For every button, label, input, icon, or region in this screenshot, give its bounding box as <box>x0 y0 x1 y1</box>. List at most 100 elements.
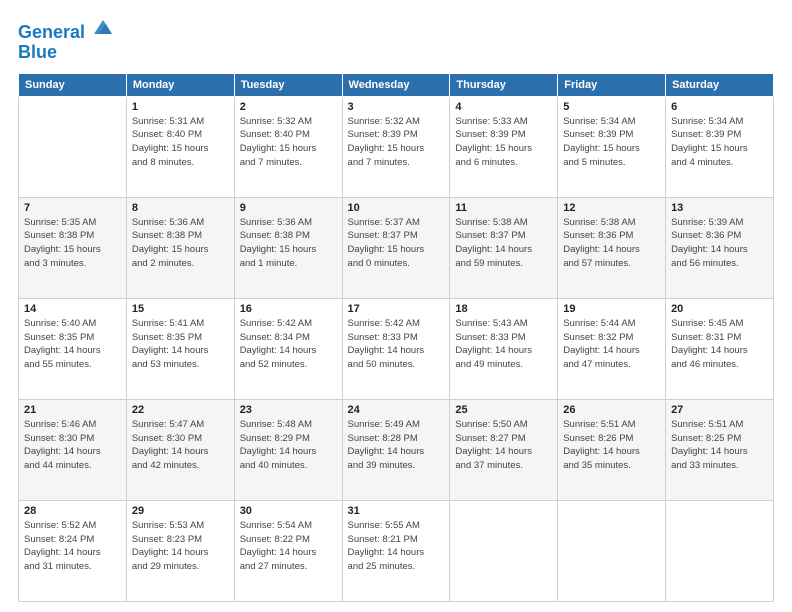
calendar-week-row: 7 Sunrise: 5:35 AM Sunset: 8:38 PM Daylig… <box>19 197 774 298</box>
calendar-cell <box>450 500 558 601</box>
calendar-cell: 25Sunrise: 5:50 AM Sunset: 8:27 PM Dayli… <box>450 399 558 500</box>
weekday-header-sunday: Sunday <box>19 73 127 96</box>
day-number: 11 <box>455 202 552 214</box>
day-number: 1 <box>132 101 229 113</box>
calendar-cell <box>558 500 666 601</box>
day-info: Sunrise: 5:36 AM Sunset: 8:38 PM Dayligh… <box>132 216 229 271</box>
calendar-cell: 14 Sunrise: 5:40 AM Sunset: 8:35 PM Dayli… <box>19 298 127 399</box>
day-number: 10 <box>348 202 445 214</box>
day-number: 3 <box>348 101 445 113</box>
logo-general: General <box>18 22 85 42</box>
day-number: 17 <box>348 303 445 315</box>
day-info: Sunrise: 5:44 AM Sunset: 8:32 PM Dayligh… <box>563 317 660 372</box>
day-info: Sunrise: 5:50 AM Sunset: 8:27 PM Dayligh… <box>455 418 552 473</box>
day-info: Sunrise: 5:35 AM Sunset: 8:38 PM Dayligh… <box>24 216 121 271</box>
calendar-cell: 4 Sunrise: 5:33 AM Sunset: 8:39 PM Daylig… <box>450 96 558 197</box>
calendar-cell: 2 Sunrise: 5:32 AM Sunset: 8:40 PM Daylig… <box>234 96 342 197</box>
day-info: Sunrise: 5:46 AM Sunset: 8:30 PM Dayligh… <box>24 418 121 473</box>
day-info: Sunrise: 5:40 AM Sunset: 8:35 PM Dayligh… <box>24 317 121 372</box>
day-info: Sunrise: 5:54 AM Sunset: 8:22 PM Dayligh… <box>240 519 337 574</box>
day-number: 23 <box>240 404 337 416</box>
day-info: Sunrise: 5:51 AM Sunset: 8:25 PM Dayligh… <box>671 418 768 473</box>
header: General Blue <box>18 18 774 63</box>
weekday-header-tuesday: Tuesday <box>234 73 342 96</box>
day-number: 16 <box>240 303 337 315</box>
calendar-cell: 5Sunrise: 5:34 AM Sunset: 8:39 PM Daylig… <box>558 96 666 197</box>
calendar-cell: 9Sunrise: 5:36 AM Sunset: 8:38 PM Daylig… <box>234 197 342 298</box>
calendar-cell <box>19 96 127 197</box>
day-number: 2 <box>240 101 337 113</box>
logo-icon <box>92 16 114 38</box>
calendar-cell: 13Sunrise: 5:39 AM Sunset: 8:36 PM Dayli… <box>666 197 774 298</box>
calendar-cell: 20Sunrise: 5:45 AM Sunset: 8:31 PM Dayli… <box>666 298 774 399</box>
calendar: SundayMondayTuesdayWednesdayThursdayFrid… <box>18 73 774 602</box>
weekday-header-thursday: Thursday <box>450 73 558 96</box>
calendar-cell: 15 Sunrise: 5:41 AM Sunset: 8:35 PM Dayli… <box>126 298 234 399</box>
day-number: 8 <box>132 202 229 214</box>
day-number: 27 <box>671 404 768 416</box>
calendar-cell: 31 Sunrise: 5:55 AM Sunset: 8:21 PM Dayli… <box>342 500 450 601</box>
day-number: 6 <box>671 101 768 113</box>
calendar-cell: 6 Sunrise: 5:34 AM Sunset: 8:39 PM Daylig… <box>666 96 774 197</box>
day-info: Sunrise: 5:39 AM Sunset: 8:36 PM Dayligh… <box>671 216 768 271</box>
logo-blue: Blue <box>18 42 57 62</box>
day-number: 22 <box>132 404 229 416</box>
calendar-cell: 8 Sunrise: 5:36 AM Sunset: 8:38 PM Daylig… <box>126 197 234 298</box>
day-info: Sunrise: 5:32 AM Sunset: 8:40 PM Dayligh… <box>240 115 337 170</box>
weekday-header-monday: Monday <box>126 73 234 96</box>
day-info: Sunrise: 5:55 AM Sunset: 8:21 PM Dayligh… <box>348 519 445 574</box>
calendar-cell: 28Sunrise: 5:52 AM Sunset: 8:24 PM Dayli… <box>19 500 127 601</box>
day-number: 29 <box>132 505 229 517</box>
day-number: 4 <box>455 101 552 113</box>
calendar-cell: 23 Sunrise: 5:48 AM Sunset: 8:29 PM Dayli… <box>234 399 342 500</box>
calendar-cell: 10Sunrise: 5:37 AM Sunset: 8:37 PM Dayli… <box>342 197 450 298</box>
calendar-cell: 11 Sunrise: 5:38 AM Sunset: 8:37 PM Dayli… <box>450 197 558 298</box>
calendar-week-row: 28Sunrise: 5:52 AM Sunset: 8:24 PM Dayli… <box>19 500 774 601</box>
calendar-cell: 30Sunrise: 5:54 AM Sunset: 8:22 PM Dayli… <box>234 500 342 601</box>
calendar-week-row: 21 Sunrise: 5:46 AM Sunset: 8:30 PM Dayli… <box>19 399 774 500</box>
day-info: Sunrise: 5:31 AM Sunset: 8:40 PM Dayligh… <box>132 115 229 170</box>
day-number: 15 <box>132 303 229 315</box>
day-info: Sunrise: 5:38 AM Sunset: 8:37 PM Dayligh… <box>455 216 552 271</box>
day-info: Sunrise: 5:48 AM Sunset: 8:29 PM Dayligh… <box>240 418 337 473</box>
day-info: Sunrise: 5:34 AM Sunset: 8:39 PM Dayligh… <box>671 115 768 170</box>
calendar-cell: 18 Sunrise: 5:43 AM Sunset: 8:33 PM Dayli… <box>450 298 558 399</box>
logo-text: General Blue <box>18 18 114 63</box>
day-info: Sunrise: 5:47 AM Sunset: 8:30 PM Dayligh… <box>132 418 229 473</box>
day-number: 7 <box>24 202 121 214</box>
day-info: Sunrise: 5:45 AM Sunset: 8:31 PM Dayligh… <box>671 317 768 372</box>
day-info: Sunrise: 5:33 AM Sunset: 8:39 PM Dayligh… <box>455 115 552 170</box>
logo: General Blue <box>18 18 114 63</box>
calendar-cell: 1 Sunrise: 5:31 AM Sunset: 8:40 PM Daylig… <box>126 96 234 197</box>
day-info: Sunrise: 5:49 AM Sunset: 8:28 PM Dayligh… <box>348 418 445 473</box>
weekday-header-friday: Friday <box>558 73 666 96</box>
weekday-header-row: SundayMondayTuesdayWednesdayThursdayFrid… <box>19 73 774 96</box>
calendar-cell: 3 Sunrise: 5:32 AM Sunset: 8:39 PM Daylig… <box>342 96 450 197</box>
day-info: Sunrise: 5:41 AM Sunset: 8:35 PM Dayligh… <box>132 317 229 372</box>
day-number: 18 <box>455 303 552 315</box>
calendar-cell: 22 Sunrise: 5:47 AM Sunset: 8:30 PM Dayli… <box>126 399 234 500</box>
day-number: 9 <box>240 202 337 214</box>
calendar-week-row: 14 Sunrise: 5:40 AM Sunset: 8:35 PM Dayli… <box>19 298 774 399</box>
calendar-cell <box>666 500 774 601</box>
calendar-cell: 19 Sunrise: 5:44 AM Sunset: 8:32 PM Dayli… <box>558 298 666 399</box>
day-info: Sunrise: 5:43 AM Sunset: 8:33 PM Dayligh… <box>455 317 552 372</box>
calendar-cell: 7 Sunrise: 5:35 AM Sunset: 8:38 PM Daylig… <box>19 197 127 298</box>
day-number: 19 <box>563 303 660 315</box>
weekday-header-wednesday: Wednesday <box>342 73 450 96</box>
page: General Blue SundayMondayTuesdayWednesda… <box>0 0 792 612</box>
day-number: 21 <box>24 404 121 416</box>
day-info: Sunrise: 5:32 AM Sunset: 8:39 PM Dayligh… <box>348 115 445 170</box>
day-info: Sunrise: 5:42 AM Sunset: 8:33 PM Dayligh… <box>348 317 445 372</box>
day-info: Sunrise: 5:38 AM Sunset: 8:36 PM Dayligh… <box>563 216 660 271</box>
calendar-week-row: 1 Sunrise: 5:31 AM Sunset: 8:40 PM Daylig… <box>19 96 774 197</box>
day-number: 14 <box>24 303 121 315</box>
calendar-cell: 27 Sunrise: 5:51 AM Sunset: 8:25 PM Dayli… <box>666 399 774 500</box>
day-number: 31 <box>348 505 445 517</box>
calendar-cell: 12 Sunrise: 5:38 AM Sunset: 8:36 PM Dayli… <box>558 197 666 298</box>
day-number: 28 <box>24 505 121 517</box>
calendar-cell: 24Sunrise: 5:49 AM Sunset: 8:28 PM Dayli… <box>342 399 450 500</box>
calendar-cell: 29Sunrise: 5:53 AM Sunset: 8:23 PM Dayli… <box>126 500 234 601</box>
day-info: Sunrise: 5:42 AM Sunset: 8:34 PM Dayligh… <box>240 317 337 372</box>
day-number: 12 <box>563 202 660 214</box>
